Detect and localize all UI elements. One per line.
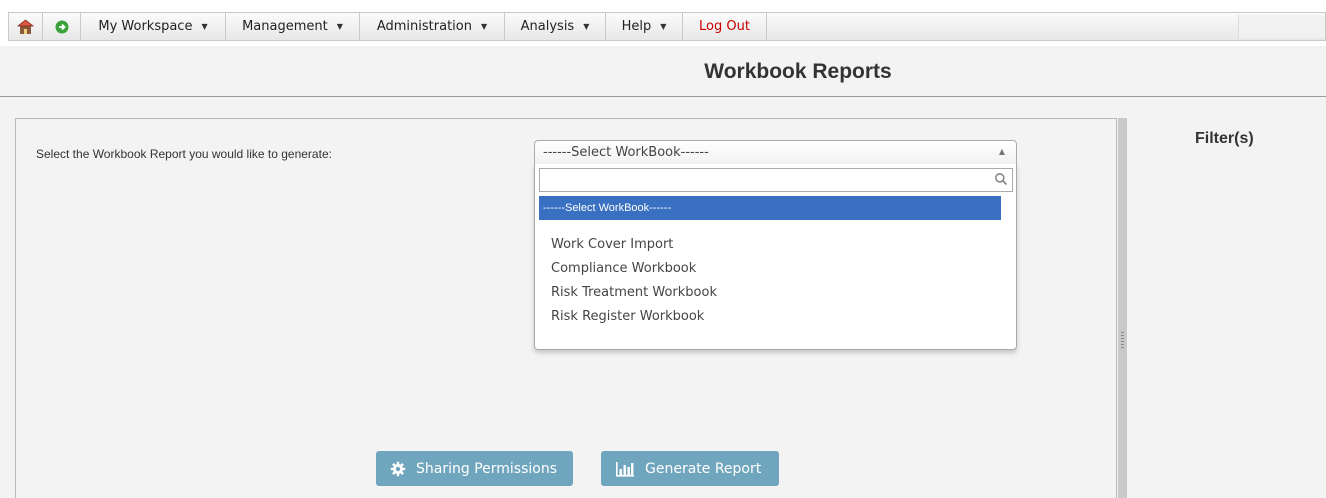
splitter-grip-icon[interactable] [1121,332,1124,350]
menu-analysis-label: Analysis [520,19,575,34]
chevron-down-icon: ▼ [336,22,343,31]
home-icon [17,18,34,34]
sharing-permissions-label: Sharing Permissions [416,460,557,477]
top-menu-area: My Workspace ▼ Management ▼ Administrati… [0,0,1326,46]
chevron-down-icon: ▼ [583,22,590,31]
menu-bar-filler [767,13,1238,40]
bar-chart-icon [616,461,634,477]
search-icon [995,173,1008,186]
page-header: Workbook Reports [0,46,1326,97]
menu-analysis[interactable]: Analysis ▼ [505,13,606,40]
workbook-option-placeholder[interactable]: ------Select WorkBook------ [539,196,1001,220]
workbook-select[interactable]: ------Select WorkBook------ ▲ [534,140,1017,165]
logout-label: Log Out [699,19,750,34]
menu-bar-widget [1238,15,1325,38]
menu-my-workspace-label: My Workspace [98,19,193,34]
chevron-down-icon: ▼ [201,22,208,31]
workbook-option-risk-register[interactable]: Risk Register Workbook [551,309,704,324]
home-button[interactable] [9,13,43,40]
menu-management-label: Management [242,19,328,34]
menu-management[interactable]: Management ▼ [226,13,360,40]
chevron-up-icon: ▲ [998,147,1005,156]
menu-bar: My Workspace ▼ Management ▼ Administrati… [8,12,1326,41]
logout-link[interactable]: Log Out [683,13,767,40]
workbook-prompt: Select the Workbook Report you would lik… [36,147,332,161]
generate-report-label: Generate Report [645,460,762,477]
chevron-down-icon: ▼ [660,22,667,31]
chevron-down-icon: ▼ [480,22,488,31]
dropdown-search [539,168,1013,192]
menu-administration[interactable]: Administration ▼ [360,13,505,40]
workbook-option-risk-treatment[interactable]: Risk Treatment Workbook [551,285,717,300]
dropdown-scrollbar[interactable] [1006,198,1014,346]
menu-help-label: Help [621,19,652,34]
workbook-option-work-cover-import[interactable]: Work Cover Import [551,237,673,252]
workbook-dropdown: ------Select WorkBook------ Work Cover I… [534,164,1017,350]
workbook-select-value: ------Select WorkBook------ [543,145,709,160]
refresh-button[interactable] [43,13,81,40]
menu-administration-label: Administration [376,19,472,34]
sharing-permissions-button[interactable]: Sharing Permissions [376,451,573,486]
workbook-option-compliance[interactable]: Compliance Workbook [551,261,696,276]
menu-help[interactable]: Help ▼ [606,13,683,40]
dropdown-search-input[interactable] [540,169,988,191]
filters-title: Filter(s) [1195,130,1254,147]
menu-my-workspace[interactable]: My Workspace ▼ [81,13,226,40]
generate-report-button[interactable]: Generate Report [601,451,779,486]
gear-icon [390,461,406,476]
refresh-icon [55,20,68,33]
panel-splitter[interactable] [1118,118,1127,498]
page-title: Workbook Reports [704,60,892,83]
